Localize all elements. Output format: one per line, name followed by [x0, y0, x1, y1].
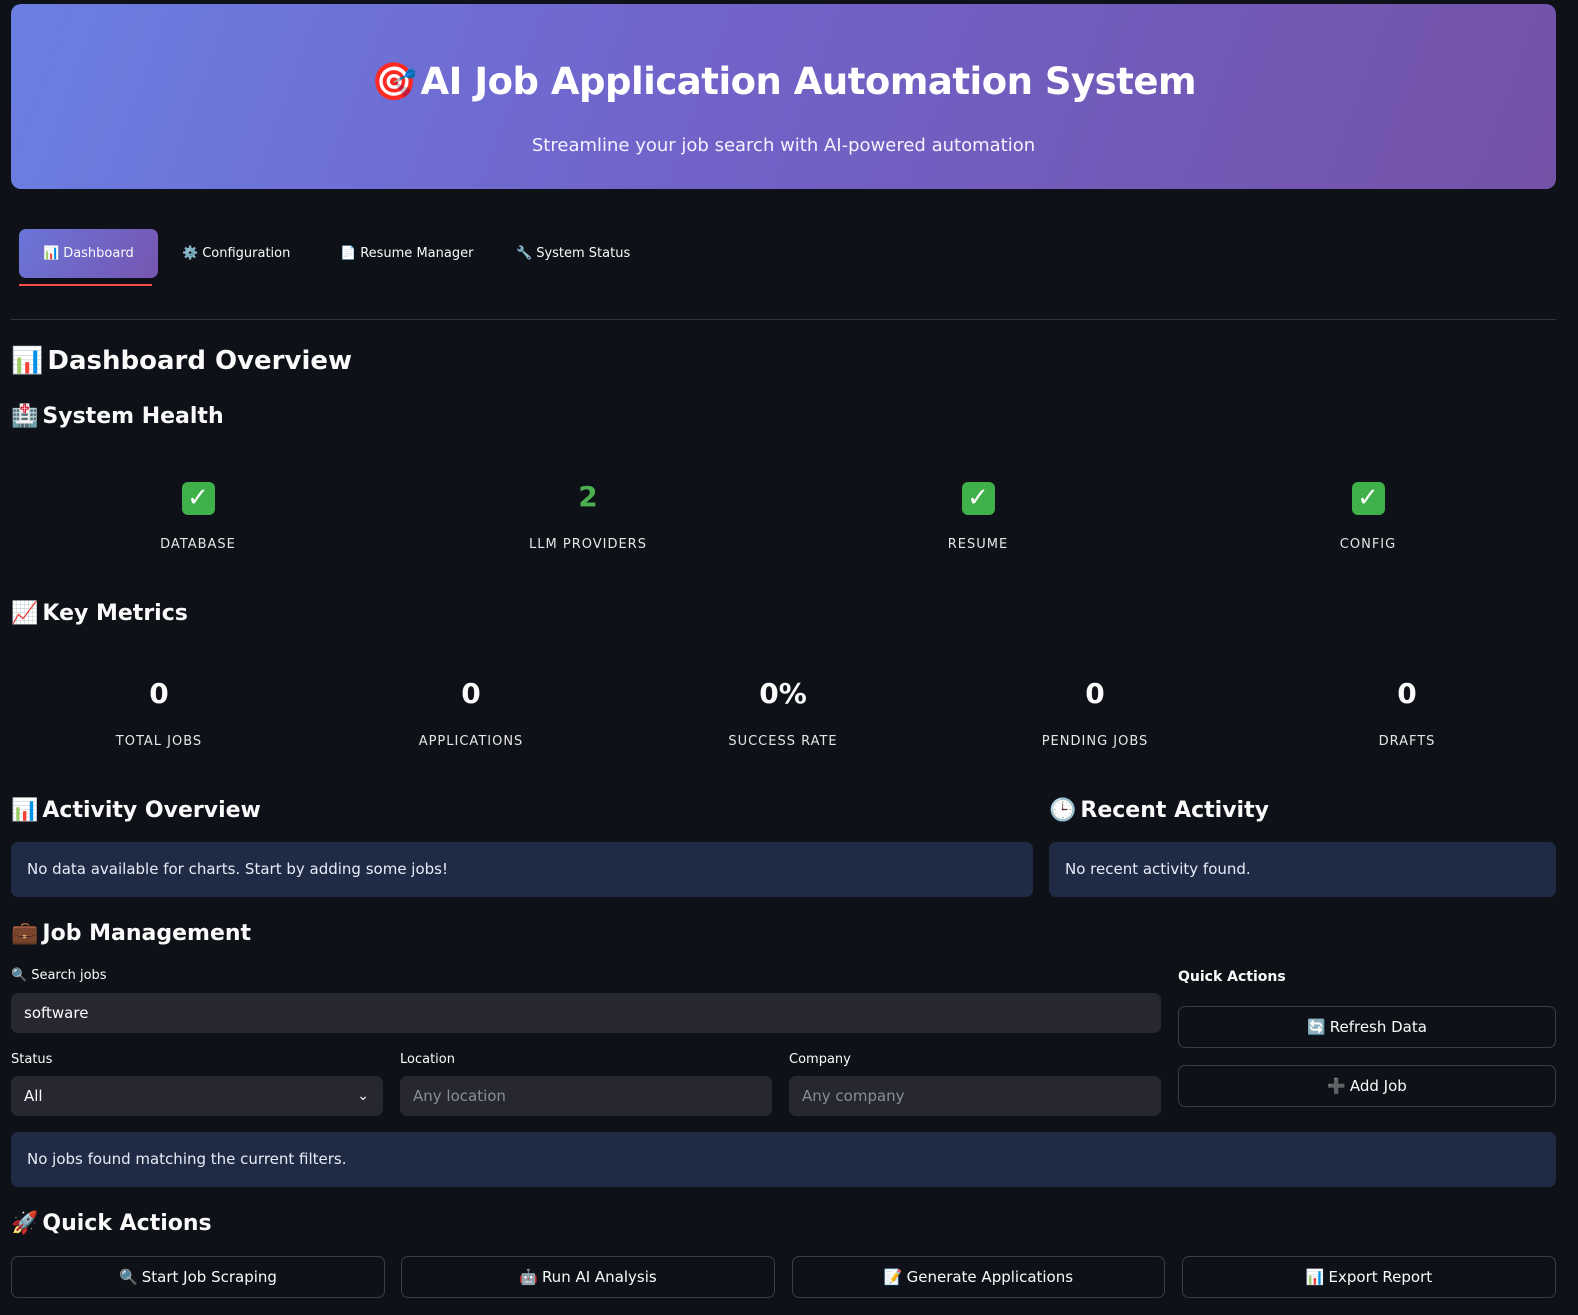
check-icon: ✓: [1351, 481, 1385, 515]
run-ai-analysis-button[interactable]: 🤖 Run AI Analysis: [401, 1256, 775, 1298]
status-select-value: All: [24, 1087, 43, 1105]
health-label: CONFIG: [1339, 537, 1397, 552]
company-label: Company: [789, 1052, 851, 1067]
section-title-dashboard-overview: 📊 Dashboard Overview: [11, 346, 353, 376]
metric-pending-jobs: 0 PENDING JOBS: [945, 674, 1245, 749]
health-config: ✓ CONFIG: [1218, 477, 1518, 552]
plus-icon: ➕: [1327, 1077, 1346, 1095]
metric-label: APPLICATIONS: [418, 734, 524, 749]
section-title-activity-overview: 📊 Activity Overview: [11, 798, 261, 823]
chart-icon: 📊: [11, 798, 39, 823]
robot-icon: 🤖: [519, 1268, 538, 1286]
location-label: Location: [400, 1052, 455, 1067]
chevron-down-icon: ⌄: [357, 1088, 369, 1104]
search-input[interactable]: software: [11, 993, 1161, 1033]
memo-icon: 📝: [883, 1268, 903, 1286]
activity-overview-info: No data available for charts. Start by a…: [11, 842, 1033, 897]
section-title-job-management: 💼 Job Management: [11, 921, 252, 946]
header-banner: 🎯 AI Job Application Automation System St…: [11, 4, 1556, 189]
section-title-key-metrics: 📈 Key Metrics: [11, 601, 188, 626]
refresh-data-button[interactable]: 🔄 Refresh Data: [1178, 1006, 1556, 1048]
tab-system-status[interactable]: 🔧 System Status: [516, 229, 630, 278]
health-llm-providers: 2 LLM PROVIDERS: [438, 477, 738, 552]
generate-applications-button[interactable]: 📝 Generate Applications: [792, 1256, 1165, 1298]
metric-value: 0: [1397, 677, 1417, 710]
export-report-button[interactable]: 📊 Export Report: [1182, 1256, 1556, 1298]
metric-label: SUCCESS RATE: [728, 734, 838, 749]
status-select[interactable]: All ⌄: [11, 1076, 383, 1116]
tab-resume-manager[interactable]: 📄 Resume Manager: [340, 229, 473, 278]
health-value: 2: [578, 480, 598, 513]
tab-configuration[interactable]: ⚙️ Configuration: [182, 229, 290, 278]
section-title-system-health: 🏥 System Health: [11, 404, 224, 429]
section-title-quick-actions: 🚀 Quick Actions: [11, 1211, 212, 1236]
metric-applications: 0 APPLICATIONS: [321, 674, 621, 749]
check-icon: ✓: [181, 481, 215, 515]
hospital-icon: 🏥: [11, 404, 39, 429]
clock-icon: 🕒: [1049, 798, 1077, 823]
check-icon: ✓: [961, 481, 995, 515]
health-label: DATABASE: [160, 537, 236, 552]
add-job-button[interactable]: ➕ Add Job: [1178, 1065, 1556, 1107]
jobs-empty-info: No jobs found matching the current filte…: [11, 1132, 1556, 1187]
active-tab-indicator: [19, 284, 152, 286]
section-title-recent-activity: 🕒 Recent Activity: [1049, 798, 1269, 823]
tab-divider: [11, 319, 1556, 320]
tab-dashboard[interactable]: 📊 Dashboard: [19, 229, 158, 278]
metric-label: DRAFTS: [1378, 734, 1436, 749]
recent-activity-info: No recent activity found.: [1049, 842, 1556, 897]
metric-value: 0: [461, 677, 481, 710]
refresh-icon: 🔄: [1307, 1018, 1326, 1036]
page-title: 🎯 AI Job Application Automation System: [370, 60, 1197, 103]
metric-success-rate: 0% SUCCESS RATE: [633, 674, 933, 749]
chart-icon: 📊: [43, 246, 60, 261]
tab-bar: 📊 Dashboard ⚙️ Configuration 📄 Resume Manag…: [19, 229, 919, 287]
metric-label: PENDING JOBS: [1041, 734, 1149, 749]
metric-drafts: 0 DRAFTS: [1257, 674, 1557, 749]
metric-value: 0: [1085, 677, 1105, 710]
metric-total-jobs: 0 TOTAL JOBS: [9, 674, 309, 749]
gear-icon: ⚙️: [182, 246, 199, 261]
search-label: 🔍 Search jobs: [11, 968, 107, 983]
chart-icon: 📊: [11, 346, 44, 376]
search-icon: 🔍: [119, 1268, 138, 1286]
health-label: LLM PROVIDERS: [529, 537, 647, 552]
rocket-icon: 🚀: [11, 1211, 39, 1236]
chart-icon: 📊: [1305, 1268, 1325, 1286]
metric-label: TOTAL JOBS: [115, 734, 203, 749]
page-subtitle: Streamline your job search with AI-power…: [531, 135, 1036, 156]
document-icon: 📄: [340, 246, 357, 261]
health-label: RESUME: [947, 537, 1009, 552]
wrench-icon: 🔧: [516, 246, 533, 261]
start-job-scraping-button[interactable]: 🔍 Start Job Scraping: [11, 1256, 385, 1298]
search-icon: 🔍: [11, 968, 28, 983]
location-input[interactable]: Any location: [400, 1076, 772, 1116]
trend-chart-icon: 📈: [11, 601, 39, 626]
quick-actions-side-label: Quick Actions: [1178, 969, 1286, 985]
metric-value: 0%: [759, 677, 807, 710]
health-resume: ✓ RESUME: [828, 477, 1128, 552]
status-label: Status: [11, 1052, 53, 1067]
target-icon: 🎯: [370, 60, 417, 103]
metric-value: 0: [149, 677, 169, 710]
company-input[interactable]: Any company: [789, 1076, 1161, 1116]
briefcase-icon: 💼: [11, 921, 39, 946]
health-database: ✓ DATABASE: [48, 477, 348, 552]
